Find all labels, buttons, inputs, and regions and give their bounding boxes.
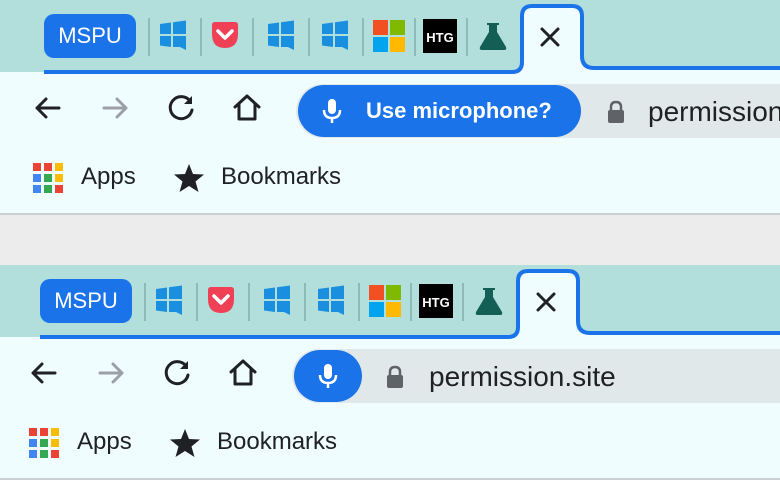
svg-text:HTG: HTG bbox=[422, 295, 449, 310]
home-icon[interactable] bbox=[227, 88, 267, 128]
reload-icon[interactable] bbox=[157, 353, 197, 393]
tab-divider bbox=[144, 283, 146, 321]
tab-divider bbox=[358, 283, 360, 321]
flask-icon[interactable] bbox=[472, 284, 506, 318]
tab-mspu[interactable]: MSPU bbox=[40, 279, 132, 323]
tab-divider bbox=[308, 18, 310, 56]
back-icon[interactable] bbox=[24, 353, 64, 393]
windows-bubble-icon[interactable] bbox=[318, 19, 352, 53]
star-icon[interactable] bbox=[173, 162, 205, 194]
back-icon[interactable] bbox=[28, 88, 68, 128]
close-icon[interactable] bbox=[534, 21, 566, 53]
windows-bubble-icon[interactable] bbox=[156, 19, 190, 53]
browser-window-top: MSPU HTG Use microphone? permission Apps… bbox=[0, 0, 780, 215]
tab-divider bbox=[466, 18, 468, 56]
htg-logo[interactable]: HTG bbox=[419, 284, 453, 318]
bookmarks-label[interactable]: Bookmarks bbox=[217, 428, 337, 456]
tab-divider bbox=[362, 18, 364, 56]
windows-bubble-icon[interactable] bbox=[314, 284, 348, 318]
tab-divider bbox=[304, 283, 306, 321]
reload-icon[interactable] bbox=[161, 88, 201, 128]
flask-icon[interactable] bbox=[476, 19, 510, 53]
browser-frame: MSPU HTG bbox=[0, 265, 780, 480]
tab-divider bbox=[462, 283, 464, 321]
pocket-icon[interactable] bbox=[204, 284, 238, 318]
microsoft-logo-icon[interactable] bbox=[368, 284, 402, 318]
tab-divider bbox=[414, 18, 416, 56]
microphone-chip-label: Use microphone? bbox=[366, 98, 552, 123]
url-text[interactable]: permission.site bbox=[429, 361, 616, 393]
lock-icon[interactable] bbox=[381, 363, 409, 391]
toolbar-divider bbox=[0, 213, 780, 215]
microphone-permission-chip[interactable] bbox=[294, 350, 362, 402]
bookmarks-label[interactable]: Bookmarks bbox=[221, 163, 341, 191]
lock-icon[interactable] bbox=[602, 98, 630, 126]
home-icon[interactable] bbox=[223, 353, 263, 393]
tab-divider bbox=[252, 18, 254, 56]
apps-bookmark-label[interactable]: Apps bbox=[77, 428, 132, 456]
pocket-icon[interactable] bbox=[208, 19, 242, 53]
tab-mspu[interactable]: MSPU bbox=[44, 14, 136, 58]
apps-bookmark-label[interactable]: Apps bbox=[81, 163, 136, 191]
tab-divider bbox=[200, 18, 202, 56]
browser-frame: MSPU HTG bbox=[0, 0, 780, 215]
tab-divider bbox=[410, 283, 412, 321]
htg-logo[interactable]: HTG bbox=[423, 19, 457, 53]
close-icon[interactable] bbox=[530, 286, 562, 318]
microsoft-logo-icon[interactable] bbox=[372, 19, 406, 53]
tab-divider bbox=[248, 283, 250, 321]
tab-divider bbox=[148, 18, 150, 56]
windows-bubble-icon[interactable] bbox=[260, 284, 294, 318]
microphone-permission-chip[interactable]: Use microphone? bbox=[298, 85, 581, 137]
microphone-icon bbox=[312, 360, 344, 392]
url-text[interactable]: permission.site bbox=[648, 96, 780, 128]
svg-text:HTG: HTG bbox=[426, 30, 453, 45]
star-icon[interactable] bbox=[169, 427, 201, 459]
forward-icon bbox=[95, 88, 135, 128]
browser-window-bottom: MSPU HTG permission.site Apps Bookmarks bbox=[0, 265, 780, 480]
apps-grid-icon[interactable] bbox=[32, 162, 64, 194]
tab-divider bbox=[196, 283, 198, 321]
microphone-icon bbox=[316, 95, 348, 127]
apps-grid-icon[interactable] bbox=[28, 427, 60, 459]
windows-bubble-icon[interactable] bbox=[152, 284, 186, 318]
forward-icon bbox=[91, 353, 131, 393]
windows-bubble-icon[interactable] bbox=[264, 19, 298, 53]
